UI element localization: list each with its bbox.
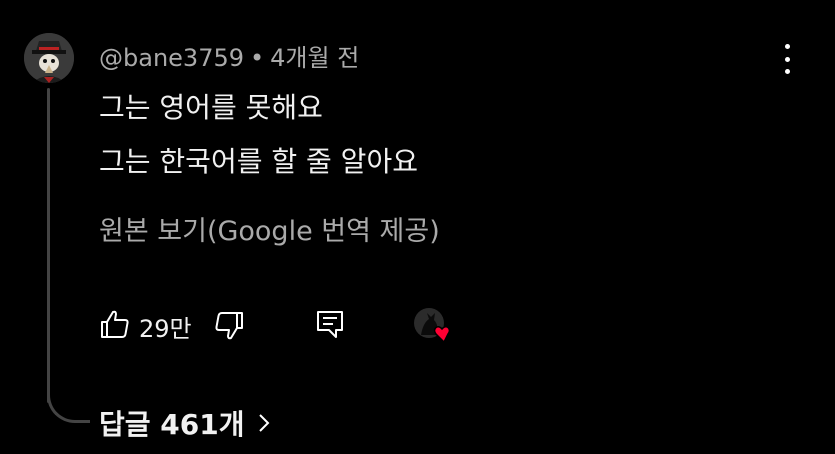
creator-heart — [411, 305, 455, 345]
thread-line — [47, 88, 50, 403]
avatar-image — [24, 33, 74, 83]
kebab-menu-icon[interactable] — [773, 44, 801, 74]
comment-text-line-1: 그는 영어를 못해요 — [99, 91, 323, 124]
chevron-right-icon — [259, 414, 270, 432]
meta-separator: • — [250, 44, 265, 72]
comment-time[interactable]: 4개월 전 — [270, 44, 359, 72]
creator-heart-icon — [414, 308, 451, 344]
see-original-link[interactable]: 원본 보기(Google 번역 제공) — [99, 209, 440, 248]
comment-text-line-2: 그는 한국어를 할 줄 알아요 — [99, 145, 418, 178]
author-handle[interactable]: @bane3759 — [99, 44, 244, 72]
like-button[interactable] — [99, 308, 131, 340]
reply-icon — [317, 311, 343, 338]
avatar[interactable] — [24, 33, 74, 83]
thumb-down-icon — [215, 312, 243, 340]
reply-count-label: 답글 461개 — [99, 408, 245, 441]
dislike-button[interactable] — [213, 310, 245, 342]
thumb-up-icon — [101, 310, 129, 338]
comment-meta: @bane3759 • 4개월 전 — [99, 38, 359, 73]
like-count: 29만 — [139, 315, 192, 343]
replies-toggle[interactable]: 답글 461개 — [99, 403, 272, 443]
thread-connector — [47, 380, 90, 423]
reply-button[interactable] — [314, 308, 346, 340]
